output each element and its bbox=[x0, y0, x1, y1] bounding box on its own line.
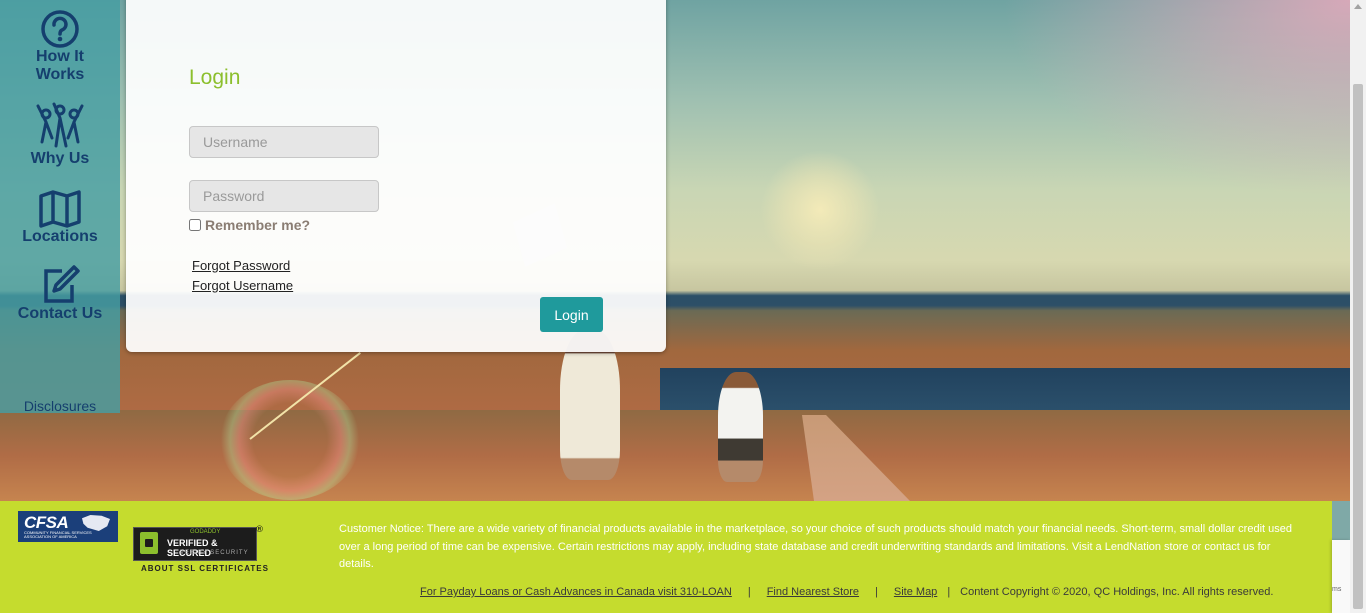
ssl-brand: GODADDY bbox=[190, 529, 221, 535]
nav-contact-us[interactable]: Contact Us bbox=[0, 265, 120, 323]
login-title: Login bbox=[189, 66, 241, 89]
cfsa-logo-subtitle: COMMUNITY FINANCIAL SERVICES ASSOCIATION… bbox=[24, 530, 92, 539]
forgot-username-link[interactable]: Forgot Username bbox=[192, 278, 293, 293]
login-panel: Login Remember me? Forgot Password Forgo… bbox=[126, 0, 666, 352]
password-input[interactable] bbox=[189, 180, 379, 212]
separator: | bbox=[947, 586, 951, 598]
edit-icon bbox=[0, 265, 120, 305]
cfsa-logo[interactable]: CFSA COMMUNITY FINANCIAL SERVICES ASSOCI… bbox=[18, 511, 118, 542]
map-icon bbox=[0, 190, 120, 228]
nav-why-us-label: Why Us bbox=[30, 150, 90, 167]
about-ssl-link[interactable]: ABOUT SSL CERTIFICATES bbox=[141, 564, 269, 573]
people-cheering-icon bbox=[0, 102, 120, 150]
canada-loans-link[interactable]: For Payday Loans or Cash Advances in Can… bbox=[420, 586, 732, 598]
remember-me-checkbox[interactable] bbox=[189, 219, 201, 231]
boy-figure bbox=[718, 372, 763, 482]
footer-links: For Payday Loans or Cash Advances in Can… bbox=[420, 586, 1273, 598]
lock-icon bbox=[140, 532, 158, 554]
separator: | bbox=[747, 586, 751, 598]
sun-glow bbox=[760, 150, 880, 270]
scroll-up-arrow-icon[interactable] bbox=[1354, 4, 1362, 9]
site-map-link[interactable]: Site Map bbox=[894, 586, 937, 598]
ssl-registered-mark: ® bbox=[255, 525, 264, 535]
nav-contact-us-label: Contact Us bbox=[17, 305, 103, 322]
sky-glow bbox=[1000, 0, 1350, 200]
remember-me[interactable]: Remember me? bbox=[189, 217, 310, 233]
scroll-thumb[interactable] bbox=[1353, 84, 1363, 609]
nav-locations[interactable]: Locations bbox=[0, 190, 120, 246]
separator: | bbox=[875, 586, 878, 598]
girl-figure bbox=[560, 330, 620, 480]
nav-locations-label: Locations bbox=[22, 228, 98, 245]
usa-map-icon bbox=[82, 515, 110, 531]
light-flare bbox=[220, 380, 360, 500]
username-input[interactable] bbox=[189, 126, 379, 158]
copyright-text: Content Copyright © 2020, QC Holdings, I… bbox=[960, 586, 1274, 598]
ssl-verify-text: VERIFY SECURITY bbox=[180, 550, 249, 556]
field bbox=[0, 410, 1350, 501]
login-button[interactable]: Login bbox=[540, 297, 603, 332]
find-store-link[interactable]: Find Nearest Store bbox=[767, 586, 859, 598]
page-scrollbar[interactable] bbox=[1350, 0, 1366, 613]
nav-how-it-works-label-2: Works bbox=[35, 66, 85, 83]
question-circle-icon bbox=[0, 10, 120, 48]
nav-disclosures[interactable]: Disclosures bbox=[0, 398, 120, 414]
recaptcha-terms: ms bbox=[1332, 586, 1342, 593]
remember-me-label: Remember me? bbox=[205, 217, 311, 233]
recaptcha-badge[interactable]: ms bbox=[1332, 540, 1350, 613]
nav-how-it-works[interactable]: How It Works bbox=[0, 10, 120, 84]
footer: CFSA COMMUNITY FINANCIAL SERVICES ASSOCI… bbox=[0, 501, 1332, 613]
customer-notice: Customer Notice: There are a wide variet… bbox=[339, 523, 1292, 570]
forgot-password-link[interactable]: Forgot Password bbox=[192, 258, 290, 273]
side-nav: How It Works Why Us Locations Contact Us bbox=[0, 0, 120, 414]
ssl-seal[interactable]: GODADDY VERIFIED & SECURED VERIFY SECURI… bbox=[133, 527, 257, 561]
nav-how-it-works-label-1: How It bbox=[36, 48, 84, 65]
nav-why-us[interactable]: Why Us bbox=[0, 102, 120, 168]
